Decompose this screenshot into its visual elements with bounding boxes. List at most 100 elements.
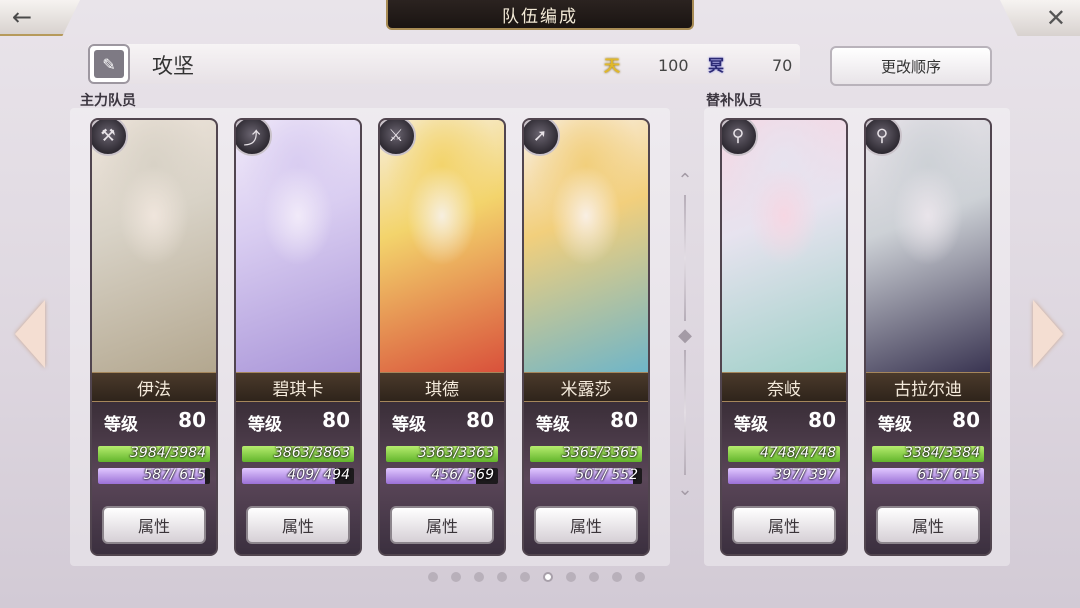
mp-bar: 615/ 615 [872, 468, 984, 484]
hp-text: 3363/3363 [418, 446, 494, 461]
change-order-button[interactable]: 更改顺序 [830, 46, 992, 86]
diamond-icon: ◆ [678, 324, 692, 346]
level-value: 80 [322, 408, 350, 432]
top-bar: ← 队伍编成 ✕ [0, 0, 1080, 38]
character-stats: 等级 80 3365/3365 507/ 552 属性 [524, 402, 648, 554]
hp-text: 3365/3365 [562, 446, 638, 461]
pagination-dots [428, 572, 645, 582]
attributes-button[interactable]: 属性 [246, 506, 350, 544]
next-page-button[interactable] [1030, 298, 1066, 370]
hp-text: 3384/3384 [904, 446, 980, 461]
chevron-left-icon [15, 300, 45, 368]
team-name: 攻坚 [152, 54, 194, 78]
character-portrait[interactable] [722, 120, 846, 372]
mp-bar: 456/ 569 [386, 468, 498, 484]
character-portrait[interactable] [92, 120, 216, 372]
character-stats: 等级 80 4748/4748 397/ 397 属性 [722, 402, 846, 554]
attributes-button[interactable]: 属性 [732, 506, 836, 544]
main-members-label: 主力队员 [80, 93, 136, 109]
character-portrait[interactable] [380, 120, 504, 372]
character-name: 伊法 [92, 372, 216, 402]
mp-bar: 507/ 552 [530, 468, 642, 484]
hp-text: 4748/4748 [760, 446, 836, 461]
page-dot[interactable] [497, 572, 507, 582]
mp-text: 507/ 552 [575, 468, 638, 483]
level-value: 80 [466, 408, 494, 432]
member-card[interactable]: ⚔ 琪德 等级 80 3363/3363 456/ 569 属性 [378, 118, 506, 556]
arrow-left-icon: ← [12, 3, 33, 31]
hp-bar: 4748/4748 [728, 446, 840, 462]
heaven-value: 100 [658, 56, 689, 75]
character-stats: 等级 80 3363/3363 456/ 569 属性 [380, 402, 504, 554]
mp-text: 587/ 615 [143, 468, 206, 483]
level-label: 等级 [878, 415, 912, 435]
hp-bar: 3363/3363 [386, 446, 498, 462]
page-dot[interactable] [451, 572, 461, 582]
chevron-right-icon [1033, 300, 1063, 368]
page-dot[interactable] [543, 572, 553, 582]
member-card[interactable]: ⚲ 古拉尔迪 等级 80 3384/3384 615/ 615 属性 [864, 118, 992, 556]
underworld-value: 70 [772, 56, 793, 75]
level-value: 80 [952, 408, 980, 432]
mp-text: 615/ 615 [917, 468, 980, 483]
character-portrait[interactable] [236, 120, 360, 372]
character-portrait[interactable] [524, 120, 648, 372]
close-button[interactable]: ✕ [1000, 0, 1080, 36]
page-dot[interactable] [612, 572, 622, 582]
level-label: 等级 [104, 415, 138, 435]
mp-text: 409/ 494 [287, 468, 350, 483]
level-label: 等级 [536, 415, 570, 435]
hp-bar: 3365/3365 [530, 446, 642, 462]
character-name: 米露莎 [524, 372, 648, 402]
attributes-button[interactable]: 属性 [534, 506, 638, 544]
page-dot[interactable] [566, 572, 576, 582]
level-value: 80 [808, 408, 836, 432]
attributes-button[interactable]: 属性 [390, 506, 494, 544]
underworld-icon: 冥 [707, 56, 724, 75]
member-card[interactable]: ⚒ 伊法 等级 80 3984/3984 587/ 615 属性 [90, 118, 218, 556]
mp-bar: 397/ 397 [728, 468, 840, 484]
page-dot[interactable] [428, 572, 438, 582]
character-stats: 等级 80 3984/3984 587/ 615 属性 [92, 402, 216, 554]
sub-members-label: 替补队员 [706, 93, 762, 109]
character-stats: 等级 80 3863/3863 409/ 494 属性 [236, 402, 360, 554]
edit-team-name-button[interactable]: ✎ [88, 44, 130, 84]
member-card[interactable]: ➚ 米露莎 等级 80 3365/3365 507/ 552 属性 [522, 118, 650, 556]
level-value: 80 [178, 408, 206, 432]
member-card[interactable]: ⚲ 奈岐 等级 80 4748/4748 397/ 397 属性 [720, 118, 848, 556]
hp-bar: 3384/3384 [872, 446, 984, 462]
level-label: 等级 [392, 415, 426, 435]
member-card[interactable]: ⤴ 碧琪卡 等级 80 3863/3863 409/ 494 属性 [234, 118, 362, 556]
page-title: 队伍编成 [386, 0, 694, 30]
page-dot[interactable] [589, 572, 599, 582]
character-stats: 等级 80 3384/3384 615/ 615 属性 [866, 402, 990, 554]
hp-bar: 3863/3863 [242, 446, 354, 462]
character-name: 古拉尔迪 [866, 372, 990, 402]
page-dot[interactable] [474, 572, 484, 582]
page-dot[interactable] [520, 572, 530, 582]
section-divider: ⌃ ◆ ⌄ [676, 170, 694, 500]
attributes-button[interactable]: 属性 [876, 506, 980, 544]
close-icon: ✕ [1045, 4, 1066, 32]
level-label: 等级 [248, 415, 282, 435]
hp-bar: 3984/3984 [98, 446, 210, 462]
back-button[interactable]: ← [0, 0, 80, 36]
mp-bar: 587/ 615 [98, 468, 210, 484]
mp-text: 456/ 569 [431, 468, 494, 483]
mp-text: 397/ 397 [773, 468, 836, 483]
chevron-up-icon: ⌃ [677, 170, 693, 191]
hp-text: 3984/3984 [130, 446, 206, 461]
prev-page-button[interactable] [12, 298, 48, 370]
team-name-row: ✎ 攻坚 天 100 冥 70 [88, 44, 800, 84]
character-portrait[interactable] [866, 120, 990, 372]
character-name: 碧琪卡 [236, 372, 360, 402]
mp-bar: 409/ 494 [242, 468, 354, 484]
character-name: 奈岐 [722, 372, 846, 402]
hp-text: 3863/3863 [274, 446, 350, 461]
attributes-button[interactable]: 属性 [102, 506, 206, 544]
page-dot[interactable] [635, 572, 645, 582]
level-value: 80 [610, 408, 638, 432]
character-name: 琪德 [380, 372, 504, 402]
heaven-icon: 天 [603, 56, 620, 75]
chevron-down-icon: ⌄ [677, 479, 693, 500]
